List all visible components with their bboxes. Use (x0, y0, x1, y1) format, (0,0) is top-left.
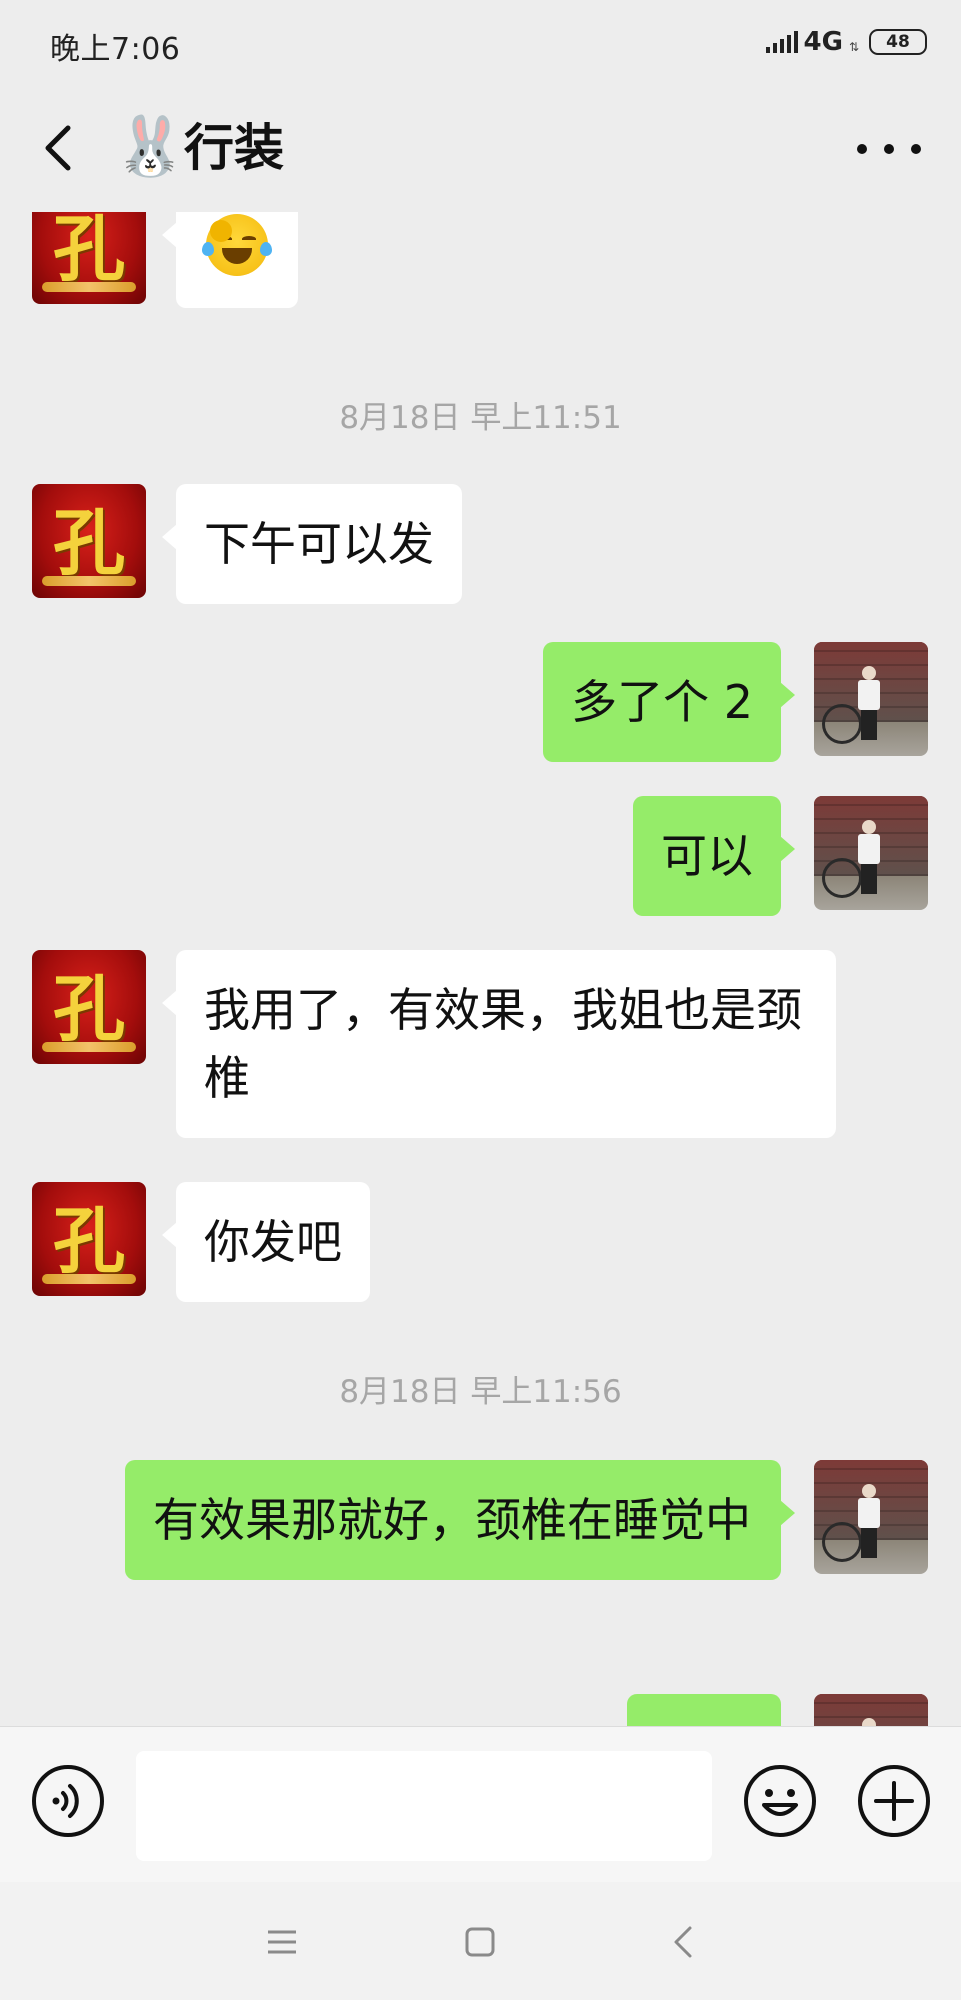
message-bubble[interactable] (627, 1694, 781, 1726)
data-arrows-icon: ⇅ (848, 40, 859, 54)
battery-level: 48 (886, 32, 910, 52)
status-bar: 晚上7:06 4G ⇅ 48 (0, 0, 961, 88)
chat-title: 行装 (184, 119, 284, 177)
message-row: 有效果那就好，颈椎在睡觉中 (0, 1460, 961, 1660)
kong-avatar[interactable]: 孔 (32, 484, 146, 598)
message-bubble-emoji[interactable] (162, 212, 298, 308)
crying-laughing-emoji-icon (202, 214, 272, 276)
self-photo-avatar[interactable] (814, 796, 928, 910)
input-bar (0, 1726, 961, 1882)
avatar-text: 孔 (52, 965, 125, 1051)
message-timestamp: 8月18日 早上11:56 (339, 1374, 622, 1410)
status-icons: 4G ⇅ 48 (765, 26, 927, 58)
avatar-text: 孔 (52, 1197, 125, 1283)
self-photo-avatar[interactable] (814, 642, 928, 756)
message-row: 多了个 2 (0, 642, 961, 772)
message-bubble[interactable]: 你发吧 (162, 1182, 370, 1302)
message-row (0, 1694, 961, 1726)
message-bubble[interactable]: 有效果那就好，颈椎在睡觉中 (125, 1460, 795, 1580)
network-type: 4G (803, 27, 843, 57)
avatar-decoration (42, 576, 136, 586)
message-input[interactable] (136, 1751, 712, 1861)
avatar-decoration (42, 1274, 136, 1284)
message-bubble[interactable]: 下午可以发 (162, 484, 462, 604)
home-square-icon[interactable] (450, 1912, 510, 1972)
message-bubble[interactable]: 多了个 2 (543, 642, 795, 762)
message-row: 孔 我用了，有效果，我姐也是颈椎 (0, 950, 961, 1150)
chat-header: 🐰 行装 (0, 88, 961, 212)
self-photo-avatar[interactable] (814, 1694, 928, 1726)
avatar-text: 孔 (52, 499, 125, 585)
status-time: 晚上7:06 (50, 32, 181, 67)
kong-avatar[interactable]: 孔 (32, 212, 146, 304)
message-row: 可以 (0, 796, 961, 926)
battery-icon: 48 (869, 29, 927, 55)
plus-icon[interactable] (856, 1763, 932, 1839)
signal-icon (765, 31, 798, 53)
message-bubble[interactable]: 我用了，有效果，我姐也是颈椎 (162, 950, 836, 1138)
message-row: 孔 你发吧 (0, 1182, 961, 1312)
message-row: 孔 (0, 212, 961, 322)
message-timestamp: 8月18日 早上11:51 (339, 400, 622, 436)
more-dots-icon[interactable] (857, 134, 921, 164)
voice-icon[interactable] (30, 1763, 106, 1839)
avatar-decoration (42, 282, 136, 292)
message-row: 孔 下午可以发 (0, 484, 961, 614)
nav-back-icon[interactable] (654, 1912, 714, 1972)
message-bubble[interactable]: 可以 (633, 796, 795, 916)
rabbit-emoji-icon: 🐰 (114, 112, 187, 180)
kong-avatar[interactable]: 孔 (32, 1182, 146, 1296)
smiley-icon[interactable] (742, 1763, 818, 1839)
chat-message-list[interactable]: 孔 8月18日 早上11:51 孔 下午可以发 多了个 2 可以 孔 我用了，有… (0, 212, 961, 1726)
menu-icon[interactable] (252, 1912, 312, 1972)
chevron-left-icon[interactable] (34, 118, 84, 178)
avatar-decoration (42, 1042, 136, 1052)
self-photo-avatar[interactable] (814, 1460, 928, 1574)
kong-avatar[interactable]: 孔 (32, 950, 146, 1064)
system-nav-bar (0, 1882, 961, 2000)
